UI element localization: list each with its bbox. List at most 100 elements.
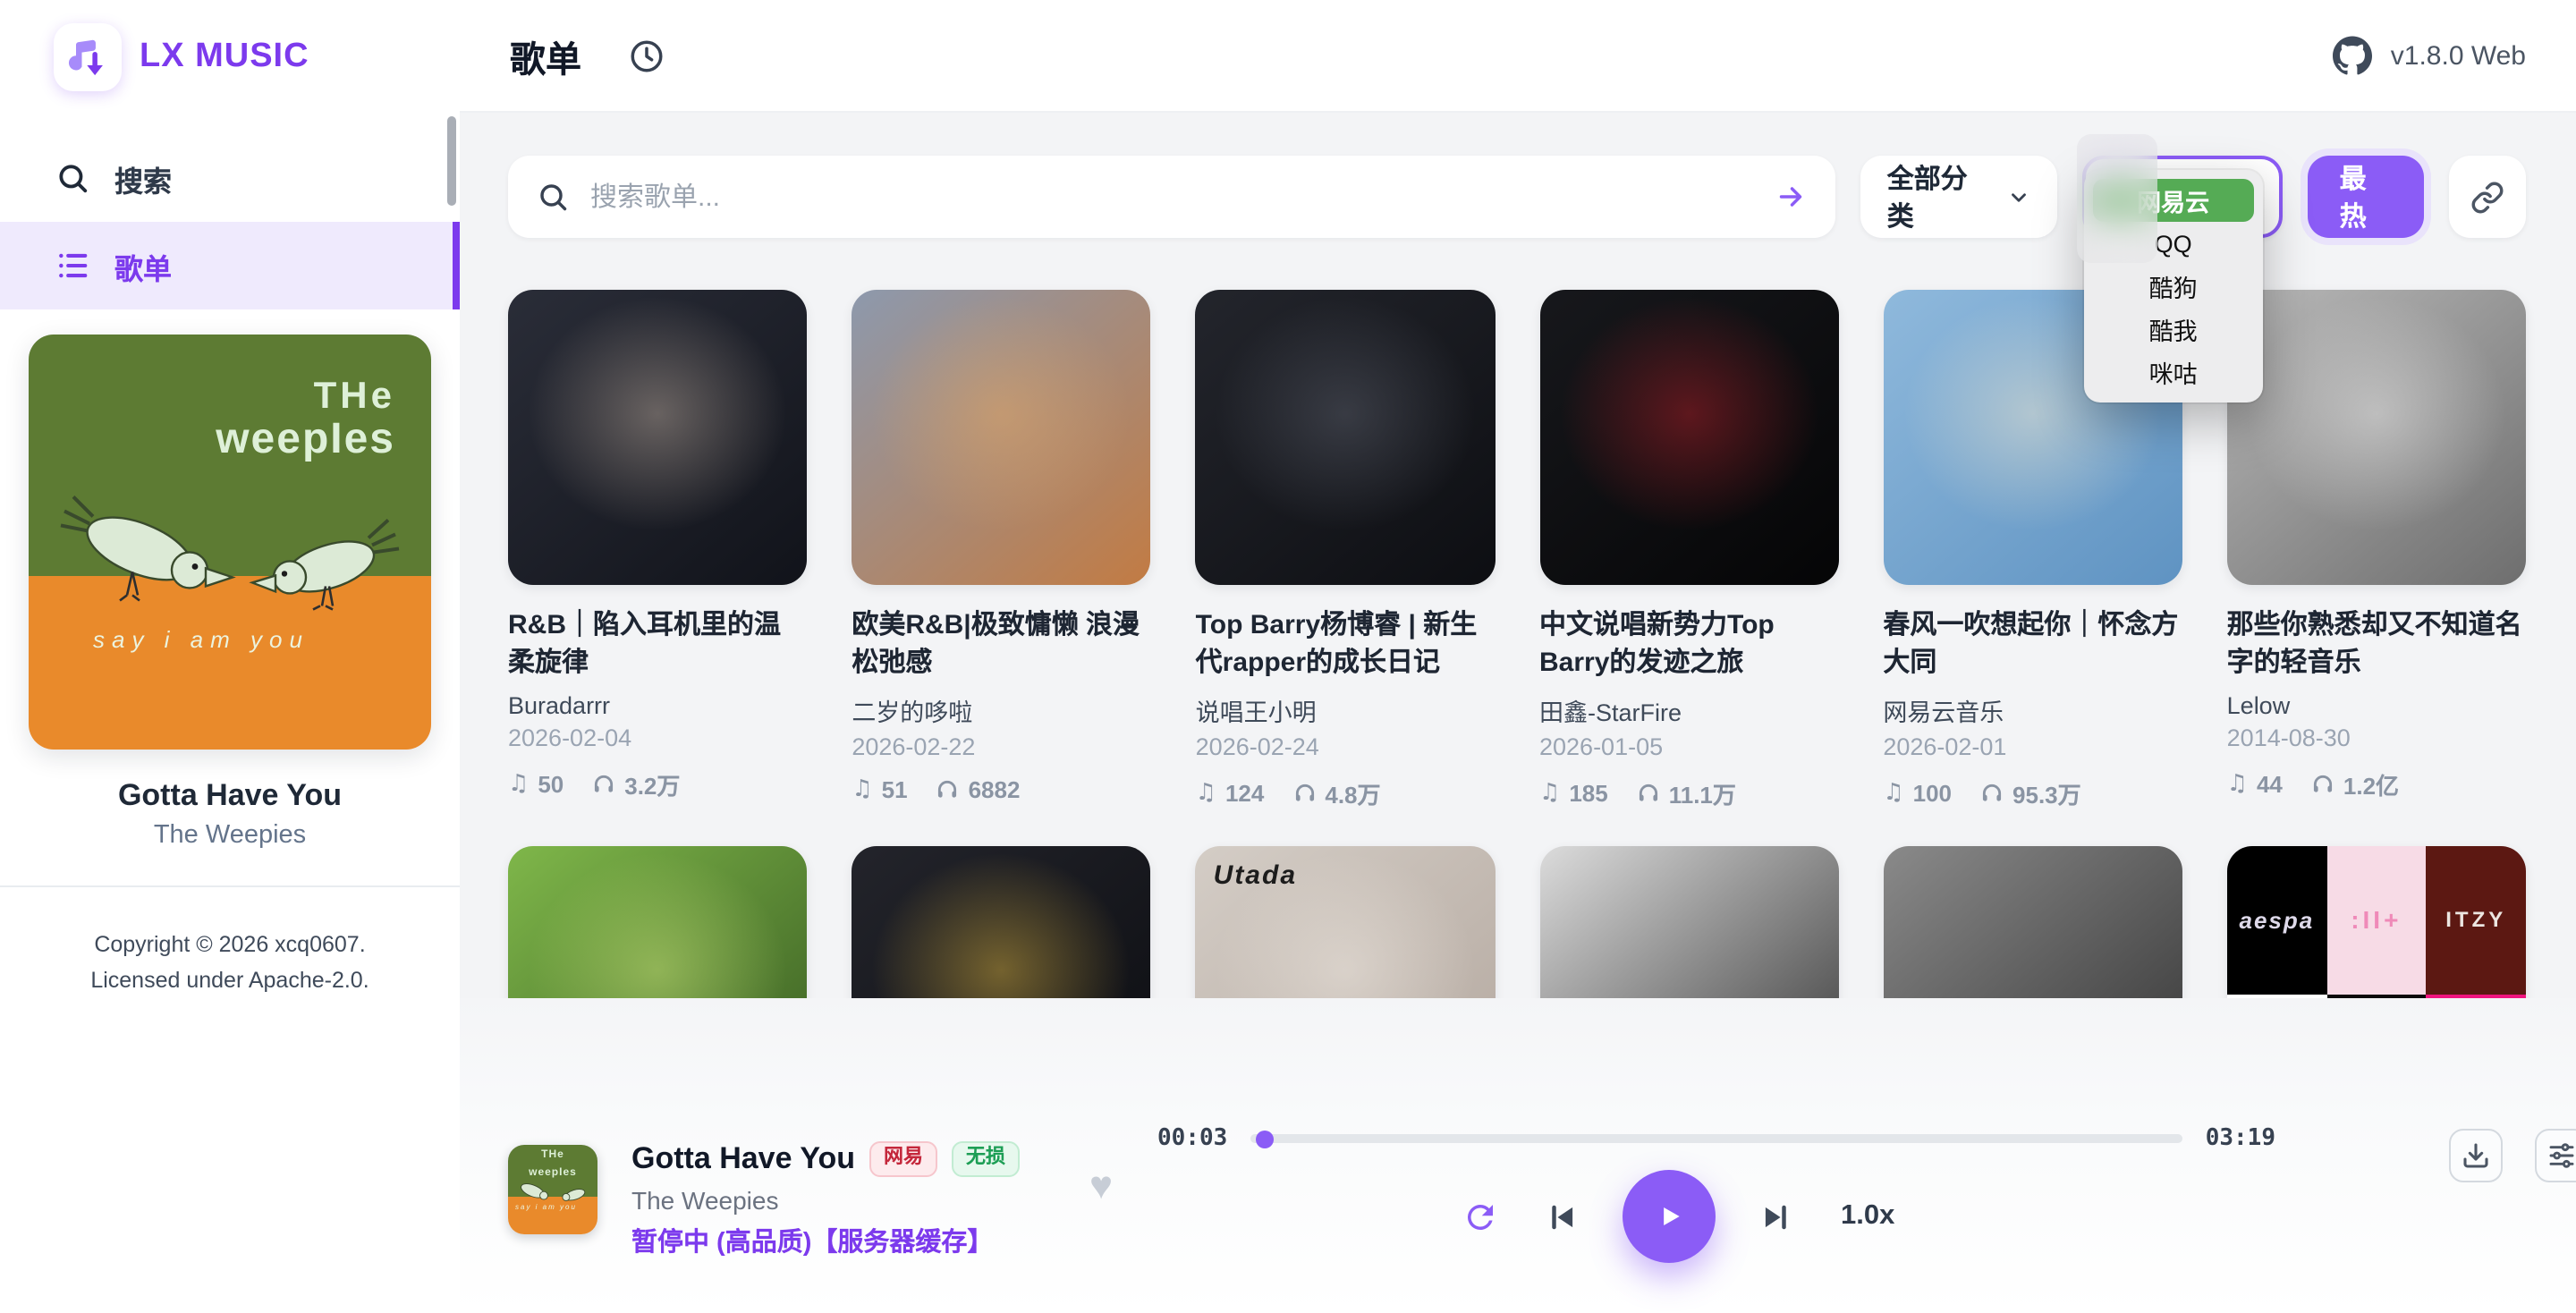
favorite-heart-icon[interactable]: ♥ — [1089, 1166, 1113, 1206]
headphones-icon — [2311, 773, 2334, 796]
progress-bar[interactable] — [1250, 1134, 2182, 1143]
play-count: 1.2亿 — [2311, 767, 2399, 801]
category-filter-button[interactable]: 全部分类 — [1860, 156, 2057, 238]
cover-glow — [508, 290, 807, 585]
playlist-card[interactable]: R&B｜陷入耳机里的温柔旋律Buradarrr2026-02-04♫503.2万 — [508, 290, 807, 810]
playlist-author: 二岁的哆啦 — [852, 692, 1150, 728]
playlist-card[interactable]: 那些你熟悉却又不知道名字的轻音乐Lelow2014-08-30♫441.2亿 — [2227, 290, 2526, 810]
search-icon — [55, 161, 89, 195]
category-label: 全部分类 — [1887, 159, 1991, 234]
sidebar-item-label: 搜索 — [114, 157, 172, 199]
player-track-title: Gotta Have You — [631, 1141, 855, 1177]
player-controls: 1.0x — [1462, 1170, 1894, 1263]
music-note-icon: ♫ — [852, 776, 872, 803]
sidebar-item-playlists[interactable]: 歌单 — [0, 222, 460, 309]
current-song-title: Gotta Have You — [29, 778, 431, 814]
play-mode-loop-icon[interactable] — [1462, 1198, 1499, 1235]
source-option[interactable]: 网易云 — [2093, 179, 2254, 222]
source-option[interactable]: 酷狗 — [2093, 265, 2254, 308]
play-count: 95.3万 — [1980, 776, 2081, 810]
playback-speed-button[interactable]: 1.0x — [1841, 1200, 1894, 1233]
download-icon — [2462, 1141, 2490, 1170]
source-option[interactable]: 咪咕 — [2093, 351, 2254, 394]
cover-glow — [2227, 290, 2526, 585]
song-count: ♫185 — [1539, 776, 1608, 810]
play-count: 11.1万 — [1637, 776, 1736, 810]
music-note-icon: ♫ — [2227, 771, 2248, 798]
music-note-icon: ♫ — [1196, 780, 1216, 807]
github-icon[interactable] — [2334, 36, 2373, 75]
play-count: 4.8万 — [1292, 776, 1380, 810]
download-button[interactable] — [2449, 1129, 2503, 1182]
headphones-icon — [936, 778, 960, 801]
sidebar-nav: 搜索 歌单 — [0, 113, 460, 309]
header-right: v1.8.0 Web — [2334, 36, 2526, 75]
import-link-button[interactable] — [2449, 156, 2526, 238]
search-submit-arrow-icon[interactable] — [1775, 181, 1807, 213]
playlist-author: 田鑫-StarFire — [1539, 692, 1838, 728]
headphones-icon — [1292, 782, 1316, 805]
playlist-date: 2026-02-22 — [852, 733, 1150, 760]
sliders-icon — [2547, 1141, 2576, 1170]
history-clock-icon[interactable] — [628, 37, 665, 74]
collage-cell: aespa — [2227, 846, 2326, 994]
hot-sort-button[interactable]: 最热 — [2308, 156, 2425, 238]
mini-birds-illustration — [508, 1175, 597, 1211]
headphones-icon — [1637, 782, 1660, 805]
version-label: v1.8.0 Web — [2391, 40, 2526, 71]
playlist-stats: ♫185 11.1万 — [1539, 776, 1838, 810]
equalizer-button[interactable] — [2535, 1129, 2576, 1182]
playlist-cover-image — [2227, 290, 2526, 585]
playlist-title: 欧美R&B|极致慵懒 浪漫 松弛感 — [852, 606, 1150, 682]
playlist-title: 中文说唱新势力Top Barry的发迹之旅 — [1539, 606, 1838, 682]
elapsed-time: 00:03 — [1157, 1125, 1227, 1152]
mini-cover-title: THe — [508, 1145, 597, 1162]
music-note-icon: ♫ — [1883, 780, 1903, 807]
source-select-wrap: 网易云QQ酷狗酷我咪咕 — [2082, 156, 2283, 238]
chevron-down-icon — [2007, 185, 2030, 208]
previous-track-icon[interactable] — [1546, 1199, 1580, 1233]
playlist-stats: ♫44 1.2亿 — [2227, 767, 2526, 801]
cover-glow — [1539, 290, 1838, 585]
sidebar-scrollbar-thumb[interactable] — [447, 116, 456, 206]
playlist-date: 2026-02-04 — [508, 724, 807, 751]
main-header: 歌单 v1.8.0 Web — [460, 0, 2576, 113]
progress-thumb[interactable] — [1256, 1130, 1274, 1148]
album-cover: THe weepIes — [29, 335, 431, 750]
song-count: ♫44 — [2227, 767, 2283, 801]
player-track-artist: The Weepies — [631, 1186, 1020, 1215]
playlist-stats: ♫516882 — [852, 776, 1150, 803]
cover-title: THe weepIes — [216, 377, 395, 462]
song-count: ♫100 — [1883, 776, 1952, 810]
play-count: 3.2万 — [592, 767, 680, 801]
song-count: ♫124 — [1196, 776, 1265, 810]
playlist-date: 2026-02-01 — [1883, 733, 2182, 760]
player-track-info: Gotta Have You 网易 无损 The Weepies 暂停中 (高品… — [631, 1141, 1020, 1259]
playlist-search-bar — [508, 156, 1835, 238]
app-title: LX MUSIC — [140, 37, 309, 76]
cover-glow — [1196, 290, 1495, 585]
player-bar: THe weepIes say i am you Gotta Have You — [460, 998, 2576, 1313]
playlist-title: 春风一吹想起你｜怀念方大同 — [1883, 606, 2182, 682]
playlist-card[interactable]: Top Barry杨博睿 | 新生代rapper的成长日记说唱王小明2026-0… — [1196, 290, 1495, 810]
song-count: ♫51 — [852, 776, 907, 803]
play-button[interactable] — [1623, 1170, 1716, 1263]
playlist-card[interactable]: 欧美R&B|极致慵懒 浪漫 松弛感二岁的哆啦 2026-02-22 ♫516882 — [852, 290, 1150, 810]
source-dropdown-popup: 网易云QQ酷狗酷我咪咕 — [2084, 170, 2263, 402]
player-album-art[interactable]: THe weepIes say i am you — [508, 1145, 597, 1234]
search-icon — [537, 181, 569, 213]
sidebar-item-search[interactable]: 搜索 — [0, 134, 460, 222]
playlist-card[interactable]: 中文说唱新势力Top Barry的发迹之旅田鑫-StarFire 2026-01-… — [1539, 290, 1838, 810]
next-track-icon[interactable] — [1758, 1199, 1792, 1233]
duration-time: 03:19 — [2206, 1125, 2275, 1152]
source-option[interactable]: 酷我 — [2093, 308, 2254, 351]
sidebar-item-label: 歌单 — [114, 244, 172, 287]
source-badge: 网易 — [869, 1142, 937, 1176]
playlist-date: 2014-08-30 — [2227, 724, 2526, 751]
playlist-cover-image — [1539, 290, 1838, 585]
playlist-date: 2026-01-05 — [1539, 733, 1838, 760]
search-input[interactable] — [587, 180, 1757, 214]
playlist-author: Buradarrr — [508, 692, 807, 719]
music-note-icon: ♫ — [508, 771, 529, 798]
source-option[interactable]: QQ — [2093, 222, 2254, 265]
